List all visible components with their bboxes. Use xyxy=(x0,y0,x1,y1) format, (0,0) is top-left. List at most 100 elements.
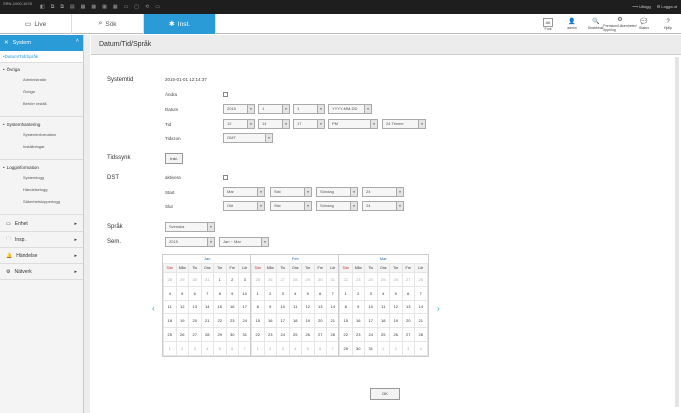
calendar-prev-button[interactable]: ‹ xyxy=(152,304,155,313)
tool-alt-button[interactable]: Alt Font xyxy=(537,15,559,33)
toolbar-icon[interactable]: ▢ xyxy=(134,4,139,10)
calendar-day[interactable]: 9 xyxy=(351,299,365,315)
calendar-day[interactable]: 8 xyxy=(339,299,353,315)
sidebar-section-0[interactable]: ▭ Enhet ▸ xyxy=(0,216,83,232)
andra-checkbox[interactable] xyxy=(223,92,228,97)
calendar-day[interactable]: 6 xyxy=(225,340,239,356)
language-select[interactable]: Svenska ▾ xyxy=(165,222,215,232)
calendar-day[interactable]: 29 xyxy=(339,340,353,356)
calendar-day[interactable]: 2 xyxy=(175,340,189,356)
calendar-day[interactable]: 7 xyxy=(414,285,428,301)
calendar-day[interactable]: 11 xyxy=(376,299,390,315)
calendar-day[interactable]: 26 xyxy=(389,327,403,342)
calendar-day[interactable]: 17 xyxy=(276,313,290,329)
calendar-day[interactable]: 29 xyxy=(213,327,227,342)
calendar-day[interactable]: 19 xyxy=(301,313,315,329)
calendar-day[interactable]: 6 xyxy=(313,340,327,356)
calendar-day[interactable]: 18 xyxy=(288,313,302,329)
calendar-day[interactable]: 10 xyxy=(276,299,290,315)
toolbar-icon[interactable]: ⟲ xyxy=(145,4,149,10)
calendar-day[interactable]: 13 xyxy=(401,299,415,315)
calendar-day[interactable]: 18 xyxy=(163,313,177,329)
calendar-day[interactable]: 11 xyxy=(163,299,177,315)
tool-tool-button[interactable]: ⚙ Premium/Låsenheter/öppning xyxy=(603,15,636,33)
sidebar-item[interactable]: Säkerhetsloppertogg xyxy=(3,199,83,204)
ok-button[interactable]: OK xyxy=(370,388,400,400)
time-sec-select[interactable]: 17 ▾ xyxy=(293,119,325,129)
calendar-day[interactable]: 1 xyxy=(251,340,265,356)
calendar-day[interactable]: 4 xyxy=(288,285,302,301)
calendar-day[interactable]: 8 xyxy=(251,299,265,315)
calendar-day[interactable]: 31 xyxy=(364,340,378,356)
sidebar-item[interactable]: Administratör xyxy=(3,77,83,82)
sidebar-item[interactable]: Systeminformation xyxy=(3,132,83,137)
calendar-day[interactable]: 20 xyxy=(313,313,327,329)
calendar-day[interactable]: 25 xyxy=(288,327,302,342)
time-format-select[interactable]: 24 Timme ▾ xyxy=(382,119,426,129)
tool-status-button[interactable]: 💬 Status xyxy=(633,15,655,33)
date-day-select[interactable]: 1 ▾ xyxy=(293,104,325,114)
calendar-day[interactable]: 21 xyxy=(200,313,214,329)
dst-start-week[interactable]: Sist ▾ xyxy=(270,187,312,197)
calendar-day[interactable]: 25 xyxy=(163,327,177,342)
main-scrollbar[interactable] xyxy=(675,57,679,407)
sidebar-section-1[interactable]: 🗀 Insp. ▸ xyxy=(0,232,83,248)
tab-setup[interactable]: ✱ Inst. xyxy=(144,14,216,34)
toolbar-icon[interactable]: ▦ xyxy=(91,4,96,10)
calendar-day[interactable]: 27 xyxy=(188,327,202,342)
toolbar-icon[interactable]: ◧ xyxy=(40,4,45,10)
dst-end-week[interactable]: Sist ▾ xyxy=(270,201,312,211)
calendar-day[interactable]: 27 xyxy=(401,272,415,287)
time-hour-select[interactable]: 12 ▾ xyxy=(223,119,255,129)
calendar-day[interactable]: 28 xyxy=(163,272,177,287)
calendar-day[interactable]: 20 xyxy=(188,313,202,329)
time-ampm-select[interactable]: PM ▾ xyxy=(328,119,378,129)
calendar-day[interactable]: 1 xyxy=(213,272,227,287)
calendar-day[interactable]: 15 xyxy=(339,313,353,329)
calendar-next-button[interactable]: › xyxy=(437,304,440,313)
calendar-day[interactable]: 6 xyxy=(188,285,202,301)
tool-admin-button[interactable]: 👤 admin xyxy=(561,15,583,33)
calendar-day[interactable]: 28 xyxy=(200,327,214,342)
holiday-year-select[interactable]: 2015 ▾ xyxy=(165,237,215,247)
calendar-day[interactable]: 27 xyxy=(313,327,327,342)
toolbar-icon[interactable]: ▤ xyxy=(70,4,75,10)
sidebar-scrollbar[interactable] xyxy=(84,35,90,413)
calendar-day[interactable]: 16 xyxy=(351,313,365,329)
calendar-day[interactable]: 23 xyxy=(351,272,365,287)
calendar-day[interactable]: 13 xyxy=(188,299,202,315)
calendar-day[interactable]: 15 xyxy=(213,299,227,315)
sidebar-item[interactable]: Behörr inställ. xyxy=(3,101,83,106)
calendar-day[interactable]: 24 xyxy=(364,272,378,287)
calendar-day[interactable]: 6 xyxy=(401,285,415,301)
date-year-select[interactable]: 2015 ▾ xyxy=(223,104,255,114)
calendar-day[interactable]: 5 xyxy=(301,340,315,356)
calendar-day[interactable]: 30 xyxy=(351,340,365,356)
calendar-day[interactable]: 30 xyxy=(188,272,202,287)
calendar-day[interactable]: 2 xyxy=(263,285,277,301)
calendar-day[interactable]: 17 xyxy=(364,313,378,329)
calendar-day[interactable]: 5 xyxy=(213,340,227,356)
calendar-day[interactable]: 26 xyxy=(175,327,189,342)
sidebar-group-title[interactable]: • Logginformation xyxy=(3,165,83,170)
calendar-day[interactable]: 30 xyxy=(225,327,239,342)
calendar-day[interactable]: 4 xyxy=(376,285,390,301)
sidebar-group-title[interactable]: • Övriga xyxy=(3,67,83,72)
toolbar-icon[interactable]: ▭ xyxy=(155,4,160,10)
sidebar-item[interactable]: Händelselogg xyxy=(3,187,83,192)
calendar-day[interactable]: 3 xyxy=(401,340,415,356)
calendar-day[interactable]: 2 xyxy=(225,272,239,287)
tab-live[interactable]: ▭ Live xyxy=(0,14,72,34)
calendar-day[interactable]: 4 xyxy=(414,340,428,356)
user-link[interactable]: ⚙ Logga ut xyxy=(657,4,677,9)
calendar-day[interactable]: 5 xyxy=(301,285,315,301)
toolbar-icon[interactable]: ⧉ xyxy=(51,4,55,10)
calendar-day[interactable]: 2 xyxy=(263,340,277,356)
calendar-day[interactable]: 6 xyxy=(313,285,327,301)
calendar-day[interactable]: 22 xyxy=(213,313,227,329)
calendar-day[interactable]: 28 xyxy=(414,272,428,287)
calendar-day[interactable]: 13 xyxy=(313,299,327,315)
calendar-day[interactable]: 25 xyxy=(376,327,390,342)
calendar-day[interactable]: 4 xyxy=(288,340,302,356)
dst-end-month[interactable]: Okt ▾ xyxy=(223,201,265,211)
